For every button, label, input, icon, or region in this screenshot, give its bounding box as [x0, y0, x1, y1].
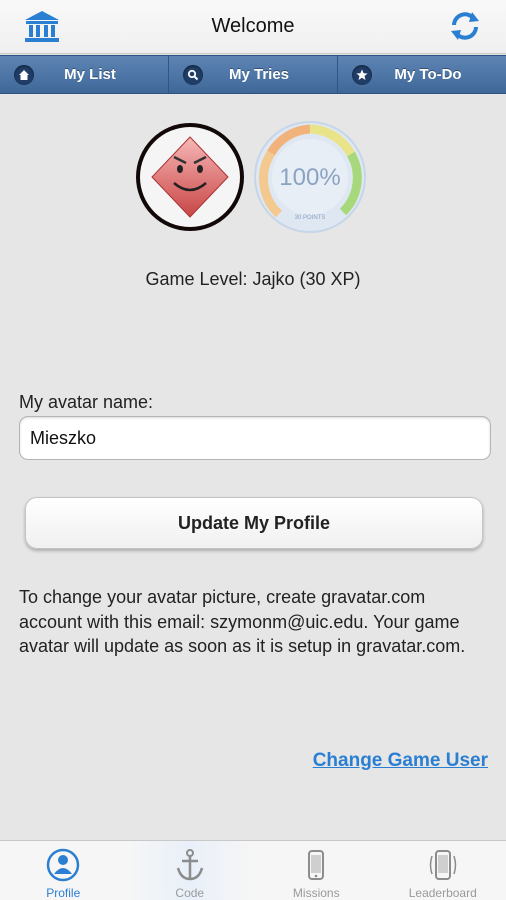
- phone-shake-icon: [425, 847, 461, 882]
- segment-label: My Tries: [228, 66, 290, 83]
- tab-bar: Profile Code Missions Leaderboard: [0, 840, 506, 900]
- navigation-bar: Welcome: [0, 0, 506, 54]
- segment-my-to-do[interactable]: My To-Do: [338, 56, 506, 93]
- segment-label: My To-Do: [394, 66, 462, 83]
- progress-caption: 30 POINTS: [295, 215, 326, 221]
- page-title: Welcome: [211, 15, 295, 37]
- search-icon: [183, 65, 203, 85]
- tab-leaderboard[interactable]: Leaderboard: [380, 841, 506, 900]
- home-icon: [14, 65, 34, 85]
- person-icon: [45, 847, 81, 882]
- tab-label: Profile: [46, 886, 81, 900]
- avatar-name-input[interactable]: [19, 416, 491, 460]
- tab-missions[interactable]: Missions: [253, 841, 380, 900]
- game-level-text: Game Level: Jajko (30 XP): [145, 269, 361, 289]
- info-text: To change your avatar picture, create gr…: [19, 587, 466, 656]
- phone-icon: [298, 847, 334, 882]
- change-game-user-link[interactable]: Change Game User: [313, 750, 488, 772]
- tab-label: Leaderboard: [408, 886, 477, 900]
- segmented-control: My List My Tries My To-Do: [0, 55, 506, 94]
- tab-label: Code: [175, 886, 205, 900]
- anchor-icon: [172, 847, 208, 882]
- avatar-name-label: My avatar name:: [19, 392, 154, 412]
- segment-my-list[interactable]: My List: [0, 56, 169, 93]
- segment-label: My List: [64, 66, 116, 83]
- tab-code[interactable]: Code: [126, 841, 253, 900]
- segment-my-tries[interactable]: My Tries: [169, 56, 338, 93]
- star-icon: [352, 65, 372, 85]
- tab-label: Missions: [292, 886, 340, 900]
- refresh-icon[interactable]: [446, 8, 484, 44]
- update-profile-button[interactable]: Update My Profile: [25, 497, 483, 549]
- progress-ring: 100% 30 POINTS: [251, 118, 369, 236]
- tab-profile[interactable]: Profile: [0, 841, 127, 900]
- progress-percent: 100%: [279, 164, 340, 191]
- avatar: [136, 123, 244, 231]
